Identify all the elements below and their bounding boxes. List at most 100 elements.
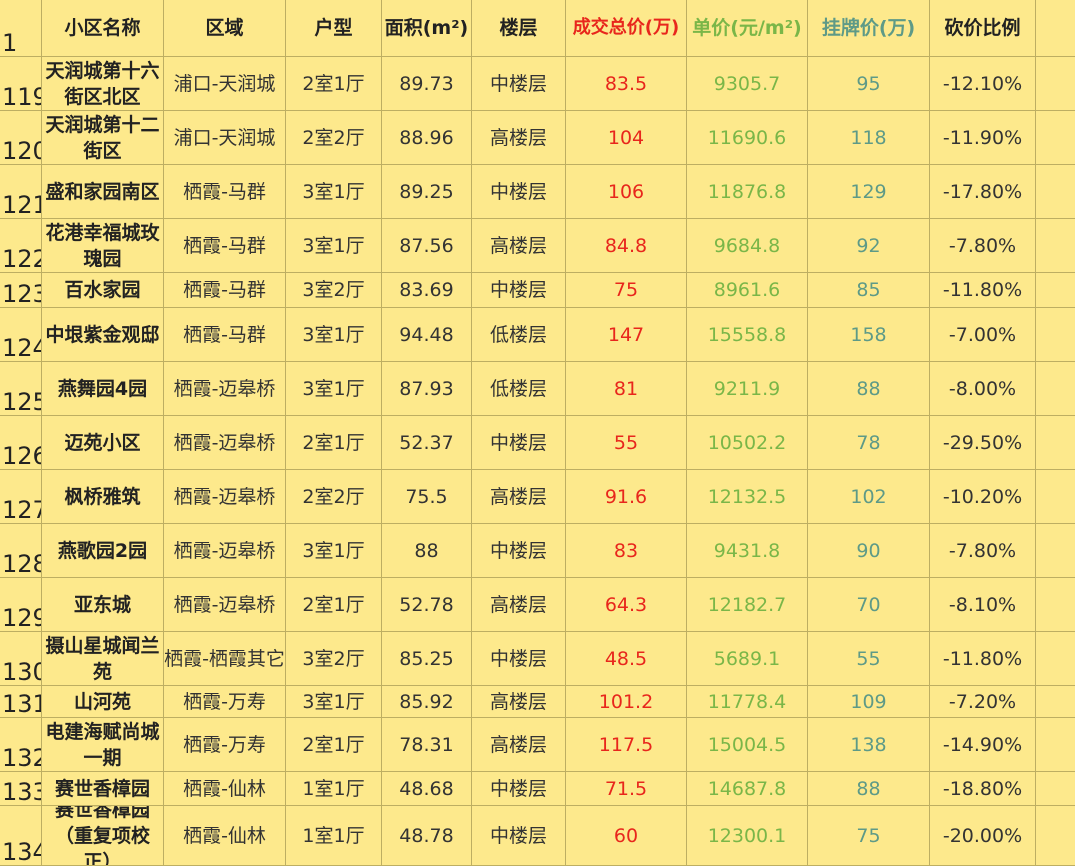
cell-list-price[interactable]: 90 [808,524,930,578]
cell-total-price[interactable]: 84.8 [566,219,687,273]
cell-list-price[interactable]: 78 [808,416,930,470]
cell-discount[interactable]: -8.00% [930,362,1036,416]
cell-unit-price[interactable]: 11876.8 [687,165,808,219]
row-header[interactable]: 122 [0,219,42,273]
cell-discount[interactable]: -11.90% [930,111,1036,165]
cell-list-price[interactable]: 118 [808,111,930,165]
cell-discount[interactable]: -12.10% [930,57,1036,111]
cell-discount[interactable]: -10.20% [930,470,1036,524]
empty-cell[interactable] [1036,111,1075,165]
cell-discount[interactable]: -11.80% [930,632,1036,686]
cell-layout[interactable]: 3室1厅 [286,308,382,362]
cell-list-price[interactable]: 102 [808,470,930,524]
cell-layout[interactable]: 3室1厅 [286,165,382,219]
cell-community-name[interactable]: 摄山星城闻兰苑 [42,632,164,686]
cell-floor[interactable]: 中楼层 [472,416,566,470]
cell-region[interactable]: 栖霞-马群 [164,308,286,362]
cell-community-name[interactable]: 燕歌园2园 [42,524,164,578]
cell-list-price[interactable]: 75 [808,806,930,866]
cell-discount[interactable]: -7.80% [930,524,1036,578]
cell-unit-price[interactable]: 12182.7 [687,578,808,632]
cell-region[interactable]: 栖霞-马群 [164,165,286,219]
cell-total-price[interactable]: 101.2 [566,686,687,718]
cell-discount[interactable]: -7.00% [930,308,1036,362]
cell-discount[interactable]: -20.00% [930,806,1036,866]
cell-layout[interactable]: 1室1厅 [286,806,382,866]
cell-region[interactable]: 栖霞-迈皋桥 [164,524,286,578]
cell-total-price[interactable]: 91.6 [566,470,687,524]
cell-floor[interactable]: 高楼层 [472,470,566,524]
cell-total-price[interactable]: 81 [566,362,687,416]
empty-cell[interactable] [1036,632,1075,686]
empty-cell[interactable] [1036,0,1075,57]
row-header[interactable]: 130 [0,632,42,686]
cell-total-price[interactable]: 83 [566,524,687,578]
cell-list-price[interactable]: 55 [808,632,930,686]
cell-community-name[interactable]: 赛世香樟园 [42,772,164,806]
cell-list-price[interactable]: 95 [808,57,930,111]
cell-region[interactable]: 栖霞-仙林 [164,772,286,806]
cell-community-name[interactable]: 枫桥雅筑 [42,470,164,524]
cell-floor[interactable]: 高楼层 [472,686,566,718]
cell-total-price[interactable]: 106 [566,165,687,219]
cell-discount[interactable]: -7.20% [930,686,1036,718]
cell-discount[interactable]: -17.80% [930,165,1036,219]
column-header-total-price[interactable]: 成交总价(万) [566,0,687,57]
cell-unit-price[interactable]: 11778.4 [687,686,808,718]
empty-cell[interactable] [1036,686,1075,718]
cell-floor[interactable]: 中楼层 [472,772,566,806]
column-header-discount[interactable]: 砍价比例 [930,0,1036,57]
cell-floor[interactable]: 低楼层 [472,362,566,416]
cell-list-price[interactable]: 88 [808,772,930,806]
cell-community-name[interactable]: 亚东城 [42,578,164,632]
column-header-layout[interactable]: 户型 [286,0,382,57]
empty-cell[interactable] [1036,524,1075,578]
row-header[interactable]: 120 [0,111,42,165]
cell-total-price[interactable]: 71.5 [566,772,687,806]
cell-region[interactable]: 浦口-天润城 [164,57,286,111]
cell-layout[interactable]: 2室1厅 [286,57,382,111]
cell-unit-price[interactable]: 12132.5 [687,470,808,524]
empty-cell[interactable] [1036,806,1075,866]
cell-area[interactable]: 87.93 [382,362,472,416]
cell-region[interactable]: 栖霞-马群 [164,219,286,273]
cell-unit-price[interactable]: 9305.7 [687,57,808,111]
cell-floor[interactable]: 中楼层 [472,165,566,219]
cell-unit-price[interactable]: 15004.5 [687,718,808,772]
cell-region[interactable]: 栖霞-栖霞其它 [164,632,286,686]
row-header[interactable]: 126 [0,416,42,470]
spreadsheet-grid[interactable]: 1 小区名称 区域 户型 面积(m²) 楼层 成交总价(万) 单价(元/m²) 挂牌价(万) 砍价… [0,0,1075,866]
cell-total-price[interactable]: 147 [566,308,687,362]
empty-cell[interactable] [1036,772,1075,806]
cell-unit-price[interactable]: 8961.6 [687,273,808,308]
cell-list-price[interactable]: 92 [808,219,930,273]
cell-area[interactable]: 52.37 [382,416,472,470]
cell-region[interactable]: 栖霞-万寿 [164,718,286,772]
cell-total-price[interactable]: 64.3 [566,578,687,632]
cell-floor[interactable]: 高楼层 [472,718,566,772]
empty-cell[interactable] [1036,308,1075,362]
cell-area[interactable]: 89.73 [382,57,472,111]
cell-unit-price[interactable]: 11690.6 [687,111,808,165]
row-header[interactable]: 127 [0,470,42,524]
cell-unit-price[interactable]: 12300.1 [687,806,808,866]
empty-cell[interactable] [1036,57,1075,111]
column-header-community-name[interactable]: 小区名称 [42,0,164,57]
row-header[interactable]: 132 [0,718,42,772]
row-header[interactable]: 121 [0,165,42,219]
cell-community-name[interactable]: 山河苑 [42,686,164,718]
cell-layout[interactable]: 2室1厅 [286,718,382,772]
cell-list-price[interactable]: 109 [808,686,930,718]
cell-discount[interactable]: -29.50% [930,416,1036,470]
cell-unit-price[interactable]: 5689.1 [687,632,808,686]
empty-cell[interactable] [1036,273,1075,308]
cell-total-price[interactable]: 83.5 [566,57,687,111]
cell-unit-price[interactable]: 14687.8 [687,772,808,806]
cell-region[interactable]: 栖霞-迈皋桥 [164,362,286,416]
column-header-floor[interactable]: 楼层 [472,0,566,57]
cell-layout[interactable]: 2室2厅 [286,111,382,165]
cell-total-price[interactable]: 117.5 [566,718,687,772]
row-header[interactable]: 131 [0,686,42,718]
cell-area[interactable]: 94.48 [382,308,472,362]
cell-unit-price[interactable]: 9211.9 [687,362,808,416]
